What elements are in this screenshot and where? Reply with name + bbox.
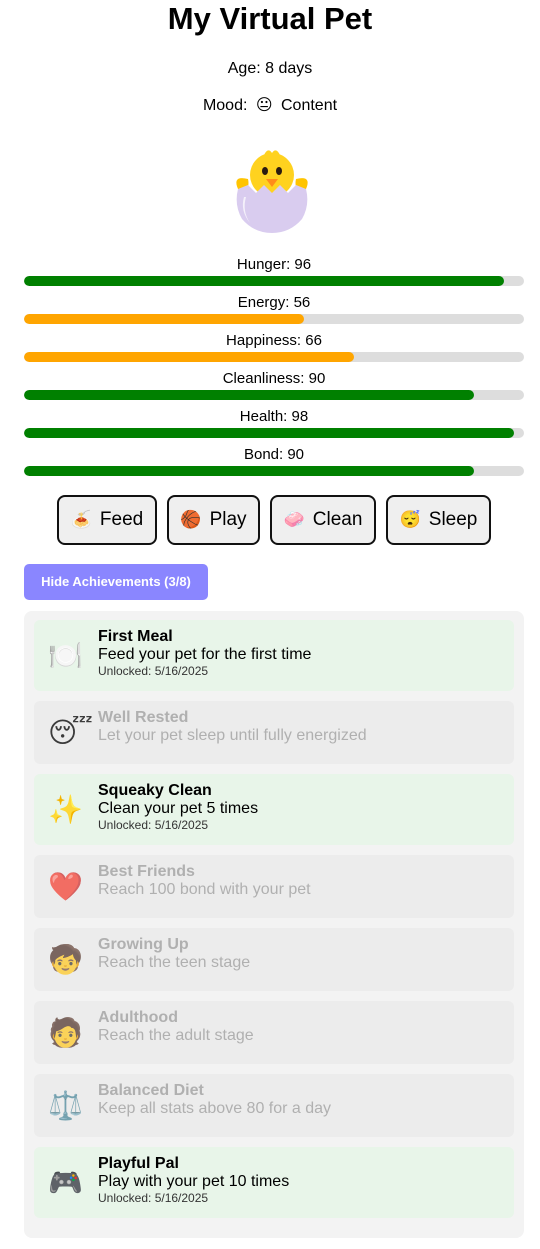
balance-scale-icon: ⚖️	[48, 1089, 83, 1121]
hide-achievements-button[interactable]: Hide Achievements (3/8)	[24, 564, 208, 600]
hatching-chick-icon	[236, 150, 308, 233]
spaghetti-icon: 🍝	[70, 510, 92, 529]
achievement-text: Adulthood Reach the adult stage	[98, 1009, 254, 1045]
heart-icon: ❤️	[48, 870, 83, 902]
action-label: Clean	[312, 509, 363, 530]
page-title: My Virtual Pet	[167, 1, 373, 36]
achievement-description: Reach the teen stage	[98, 954, 251, 971]
pet-age: Age: 8 days	[227, 60, 313, 77]
stat-cleanliness: Cleanliness: 90	[24, 370, 524, 408]
stat-label: Cleanliness: 90	[222, 370, 326, 387]
feed-button[interactable]: 🍝 Feed	[57, 495, 157, 545]
clean-button[interactable]: 🧼 Clean	[270, 495, 376, 545]
achievement-unlock-date: Unlocked: 5/16/2025	[98, 818, 209, 832]
achievement-description: Reach the adult stage	[98, 1027, 254, 1044]
stat-bar-fill	[24, 352, 354, 362]
sleep-button[interactable]: 😴 Sleep	[386, 495, 491, 545]
achievement-item: ✨ Squeaky Clean Clean your pet 5 times Unlo…	[34, 774, 514, 845]
stat-bar-fill	[24, 276, 504, 286]
stat-bar-track	[24, 314, 524, 324]
stat-happiness: Happiness: 66	[24, 332, 524, 370]
achievement-item: 🧒 Growing Up Reach the teen stage	[34, 928, 514, 991]
achievement-unlock-date: Unlocked: 5/16/2025	[98, 1191, 209, 1205]
stat-bar-fill	[24, 466, 474, 476]
achievement-text: First Meal Feed your pet for the first ti…	[98, 628, 311, 679]
game-controller-icon: 🎮	[48, 1166, 83, 1198]
achievement-description: Feed your pet for the first time	[98, 646, 312, 663]
stat-label: Energy: 56	[237, 294, 311, 311]
sparkles-icon: ✨	[48, 793, 83, 825]
mood-value: Content	[281, 97, 338, 114]
action-label: Feed	[99, 509, 144, 530]
achievement-description: Clean your pet 5 times	[98, 800, 259, 817]
stat-energy: Energy: 56	[24, 294, 524, 332]
pet-mood: Mood: 😐 Content	[0, 96, 540, 116]
sleeping-face-icon: 😴	[399, 510, 421, 529]
soap-icon: 🧼	[283, 510, 305, 529]
achievement-item: 🧑 Adulthood Reach the adult stage	[34, 1001, 514, 1064]
stat-bond: Bond: 90	[24, 446, 524, 484]
stat-label: Bond: 90	[243, 446, 305, 463]
achievement-text: Best Friends Reach 100 bond with your pet	[98, 863, 311, 899]
achievement-name: Growing Up	[98, 936, 189, 953]
achievement-item: 🎮 Playful Pal Play with your pet 10 times U…	[34, 1147, 514, 1218]
achievement-text: Balanced Diet Keep all stats above 80 for…	[98, 1082, 331, 1118]
achievement-unlock-date: Unlocked: 5/16/2025	[98, 664, 209, 678]
child-icon: 🧒	[48, 943, 83, 975]
stat-bar-fill	[24, 428, 514, 438]
stat-label: Hunger: 96	[236, 256, 312, 273]
achievement-description: Let your pet sleep until fully energized	[98, 727, 367, 744]
achievement-name: Well Rested	[98, 709, 189, 726]
stat-bar-track	[24, 390, 524, 400]
mood-face-icon: 😐	[255, 97, 273, 114]
achievement-text: Well Rested Let your pet sleep until full…	[98, 709, 367, 745]
achievement-item: 🍽️ First Meal Feed your pet for the first …	[34, 620, 514, 691]
plate-icon: 🍽️	[48, 639, 83, 671]
achievement-name: Best Friends	[98, 863, 195, 880]
achievement-text: Playful Pal Play with your pet 10 times Un…	[98, 1155, 289, 1206]
stat-bar-track	[24, 352, 524, 362]
achievement-description: Reach 100 bond with your pet	[98, 881, 311, 898]
action-label: Sleep	[428, 509, 478, 530]
adult-icon: 🧑	[48, 1016, 83, 1048]
stat-bar-track	[24, 466, 524, 476]
achievement-name: Adulthood	[98, 1009, 178, 1026]
achievement-description: Play with your pet 10 times	[98, 1173, 290, 1190]
mood-label: Mood:	[202, 97, 248, 114]
basketball-icon: 🏀	[180, 510, 202, 529]
stat-bar-fill	[24, 314, 304, 324]
achievement-name: Playful Pal	[98, 1155, 179, 1172]
stat-health: Health: 98	[24, 408, 524, 446]
stat-bar-track	[24, 276, 524, 286]
achievement-name: Squeaky Clean	[98, 782, 212, 799]
stat-hunger: Hunger: 96	[24, 256, 524, 294]
achievement-text: Growing Up Reach the teen stage	[98, 936, 250, 972]
stat-label: Health: 98	[239, 408, 309, 425]
achievement-name: Balanced Diet	[98, 1082, 204, 1099]
play-button[interactable]: 🏀 Play	[167, 495, 260, 545]
achievement-name: First Meal	[98, 628, 173, 645]
achievement-text: Squeaky Clean Clean your pet 5 times Unloc…	[98, 782, 258, 833]
achievement-description: Keep all stats above 80 for a day	[98, 1100, 332, 1117]
action-label: Play	[209, 509, 247, 530]
stat-bar-track	[24, 428, 524, 438]
achievement-item: ❤️ Best Friends Reach 100 bond with your p…	[34, 855, 514, 918]
achievements-panel: 🍽️ First Meal Feed your pet for the first …	[24, 611, 524, 1238]
stat-bar-fill	[24, 390, 474, 400]
stat-label: Happiness: 66	[226, 332, 322, 349]
achievement-item: ⚖️ Balanced Diet Keep all stats above 80 f…	[34, 1074, 514, 1137]
sleeping-face-icon: 😴	[48, 716, 93, 748]
achievement-item: 😴 Well Rested Let your pet sleep until ful…	[34, 701, 514, 764]
